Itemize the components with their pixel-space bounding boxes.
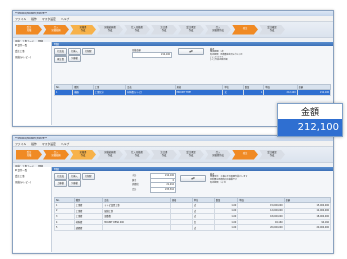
move-down-button[interactable]: 下移動 [67, 55, 81, 62]
insert-row-button[interactable]: 行挿入 [67, 173, 81, 180]
amount-value: 212,100 [278, 119, 342, 136]
add-row-button[interactable]: 行追加 [54, 173, 67, 180]
totals-block: 小計 212,100 値引 0 消費税 21,210 合計 233,310 [132, 173, 176, 193]
delete-row-button[interactable]: 行削除 [81, 48, 95, 55]
flow-step-6[interactable]: 注文書 作成 [151, 24, 177, 35]
notes-line: 有効期限：1ヶ月 [210, 181, 226, 184]
flow-step-5[interactable]: 仕入見積書 作成 [124, 149, 150, 160]
amount-zoom-callout: 金額 212,100 [277, 103, 343, 137]
flow-step-7[interactable]: 受注承認 作成 [178, 24, 204, 35]
flow-step-10[interactable]: 受注確認 作成 [259, 24, 285, 35]
summary-value: 212,100 [132, 52, 172, 58]
cell[interactable]: 212,100 [263, 89, 298, 96]
apply-button[interactable]: ▲▼ [180, 175, 206, 182]
cell[interactable]: 材料費(テレビ) [125, 89, 176, 96]
flow-step-1[interactable]: 受注 見積 [16, 24, 42, 35]
sidebar-item[interactable]: 見積(テレビ...) [13, 179, 51, 185]
app-title: **MICRO/MONEY/MATE** [15, 12, 48, 15]
menu-file[interactable]: ファイル [15, 17, 26, 21]
cell[interactable]: 1.00 [213, 224, 239, 231]
cell[interactable]: 式 [222, 89, 244, 96]
move-down-button[interactable]: 下移動 [67, 180, 81, 187]
notes-block: 備考 保証期間：1年 有効期限：見積書提出日より1ヶ月 [ 1 ] ＊＊＊＊ [… [210, 47, 328, 62]
cell[interactable]: MOUNT TYPE [174, 89, 224, 96]
move-up-button[interactable]: 上移動 [54, 180, 67, 187]
panel-title: 明細 [52, 42, 333, 46]
flow-step-5[interactable]: 仕入見積書 作成 [124, 24, 150, 35]
table-row[interactable]: 1 機器 工事区分 材料費(テレビ) MOUNT TYPE 式 1 212,10… [53, 89, 332, 96]
detail-table: No. 種別 品名 規格 単位 数量 単価 金額 1 工事費 テレビ設置工事 式… [54, 197, 332, 231]
total-label: 合計 [132, 187, 137, 191]
flow-step-8[interactable]: 仕入 見積書作成 [205, 149, 231, 160]
cell[interactable] [169, 224, 193, 231]
recalc-button[interactable]: 再計算 [54, 56, 67, 63]
flow-step-8[interactable]: 仕入 見積書作成 [205, 24, 231, 35]
menu-operation[interactable]: 操作 [31, 17, 37, 21]
total-value: 233,310 [150, 186, 176, 193]
cell[interactable]: 式 [191, 224, 215, 231]
flow-step-3[interactable]: 見積書 作成 [70, 149, 96, 160]
workflow-bar: 受注 見積 仕入 見積依頼 見積書 作成 見積依頼書 作成 仕入見積書 作成 注… [13, 22, 333, 38]
cell[interactable]: 5 [54, 224, 75, 231]
cell[interactable]: 20,000,000 [283, 224, 332, 231]
detail-table: No. 種別 工事 品名 規格 単位 数量 単価 金額 1 機器 工事区分 材料… [53, 84, 332, 96]
cell[interactable]: 諸経費 [73, 224, 104, 231]
row-buttons: 行追加行挿入行削除上移動下移動 [54, 173, 104, 187]
notes-line: [ 2 ] 作業内容詳細 [210, 59, 228, 62]
flow-step-2[interactable]: 仕入 見積依頼 [43, 149, 69, 160]
cell[interactable]: 212,100 [296, 89, 332, 96]
window-bottom: **MICRO/MONEY/MATE** ファイル 操作 マスタ設定 ヘルプ 受… [12, 135, 334, 254]
table-row[interactable]: 5 諸経費 式 1.00 20,000,000 20,000,000 [54, 224, 332, 231]
sidebar: ▼ 案件一覧 受注工事 見積(テレビ...) [13, 42, 52, 125]
flow-step-9[interactable]: 発注 [232, 149, 258, 160]
menu-help[interactable]: ヘルプ [61, 142, 69, 146]
cell[interactable]: 1 [242, 89, 265, 96]
amount-label: 金額 [300, 108, 319, 118]
menu-master[interactable]: マスタ設定 [42, 17, 56, 21]
flow-step-4[interactable]: 見積依頼書 作成 [97, 149, 123, 160]
flow-step-2[interactable]: 仕入 見積依頼 [43, 24, 69, 35]
panel-title: 明細 [52, 167, 333, 171]
insert-row-button[interactable]: 行挿入 [67, 48, 81, 55]
menu-master[interactable]: マスタ設定 [42, 142, 56, 146]
flow-step-7[interactable]: 受注承認 作成 [178, 149, 204, 160]
menu-help[interactable]: ヘルプ [61, 17, 69, 21]
workflow-bar: 受注 見積 仕入 見積依頼 見積書 作成 見積依頼書 作成 仕入見積書 作成 注… [13, 147, 333, 163]
flow-step-4[interactable]: 見積依頼書 作成 [97, 24, 123, 35]
apply-button[interactable]: ▲▼ [178, 48, 204, 55]
sidebar-item[interactable]: 見積(テレビ...) [13, 54, 51, 60]
flow-step-6[interactable]: 注文書 作成 [151, 149, 177, 160]
flow-step-9[interactable]: 発注 [232, 24, 258, 35]
cell[interactable]: 1 [53, 89, 74, 96]
flow-step-1[interactable]: 受注 見積 [16, 149, 42, 160]
delete-row-button[interactable]: 行削除 [81, 173, 95, 180]
cell[interactable]: 機器 [72, 89, 94, 96]
add-row-button[interactable]: 行追加 [54, 48, 67, 55]
summary-block: 見積金額 212,100 [132, 48, 172, 58]
menu-operation[interactable]: 操作 [31, 142, 37, 146]
flow-step-3[interactable]: 見積書 作成 [70, 24, 96, 35]
sidebar: ▼ 案件一覧 受注工事 見積(テレビ...) [13, 167, 52, 252]
menu-file[interactable]: ファイル [15, 142, 26, 146]
cell[interactable] [102, 224, 171, 231]
cell[interactable]: 20,000,000 [237, 224, 285, 231]
flow-step-10[interactable]: 受注確認 作成 [259, 149, 285, 160]
cell[interactable]: 工事区分 [92, 89, 127, 96]
notes-block: 備考 見積条件：工事は平日昼間作業とします 材料費は見積時点の価格です 有効期限… [210, 172, 328, 184]
main-panel: 明細 行追加 行挿入 行削除上移動 下移動 小計 212,100 値引 0 消費税 2… [52, 167, 333, 252]
app-title: **MICRO/MONEY/MATE** [15, 137, 48, 140]
